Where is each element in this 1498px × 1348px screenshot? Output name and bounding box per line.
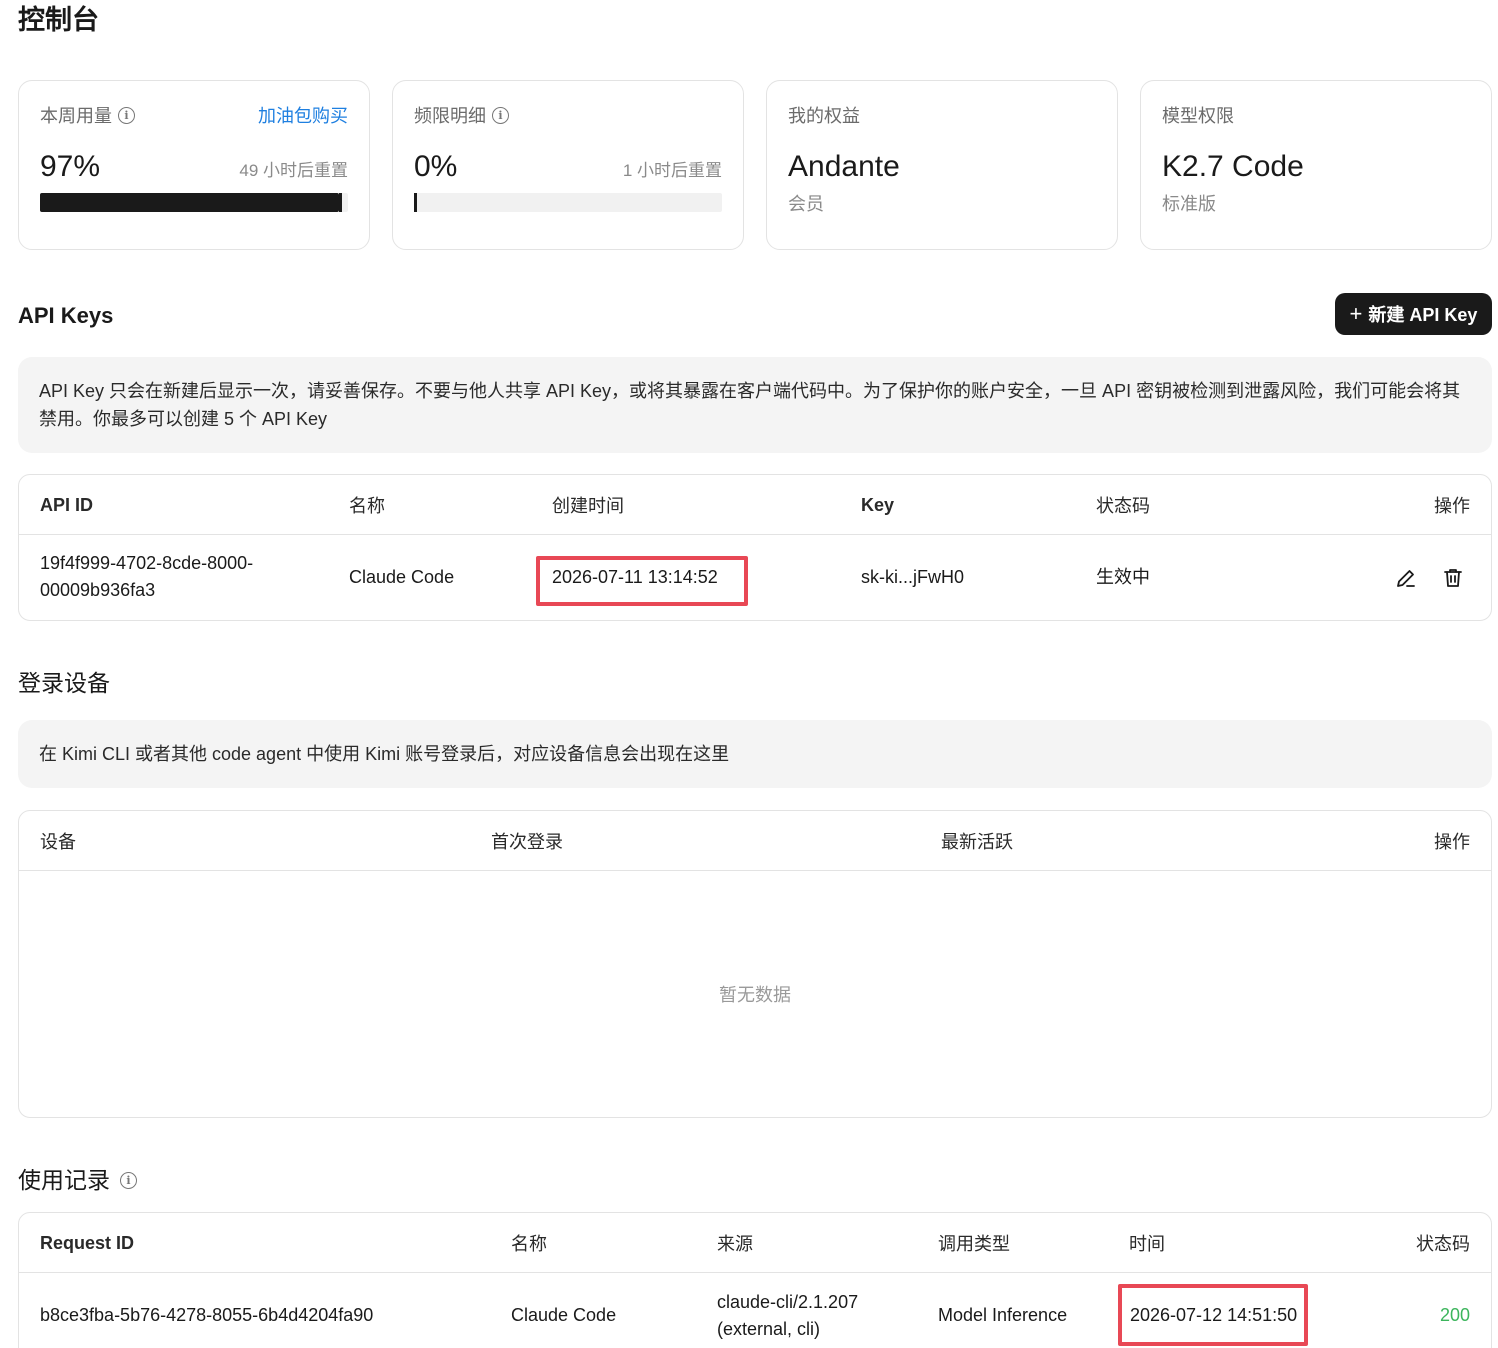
rate-limit-label: 频限明细 xyxy=(414,106,486,126)
call-type-cell: Model Inference xyxy=(938,1305,1068,1325)
membership-label: 我的权益 xyxy=(788,106,860,126)
highlight-box-usage-time xyxy=(1118,1284,1308,1346)
table-header: API ID 名称 创建时间 Key 状态码 操作 xyxy=(19,475,1491,535)
api-keys-table: API ID 名称 创建时间 Key 状态码 操作 19f4f999-4702-… xyxy=(18,474,1492,621)
api-keys-title: API Keys xyxy=(18,303,114,328)
delete-icon[interactable] xyxy=(1441,566,1465,590)
membership-sub: 会员 xyxy=(788,194,824,214)
model-access-sub: 标准版 xyxy=(1162,194,1216,214)
stat-cards: 本周用量 i 加油包购买 97% 49 小时后重置 频限明细 i 0% 1 小时… xyxy=(18,80,1492,250)
devices-notice: 在 Kimi CLI 或者其他 code agent 中使用 Kimi 账号登录… xyxy=(18,720,1492,788)
weekly-usage-card: 本周用量 i 加油包购买 97% 49 小时后重置 xyxy=(18,80,370,250)
info-icon[interactable]: i xyxy=(120,1171,137,1189)
rate-limit-card: 频限明细 i 0% 1 小时后重置 xyxy=(392,80,744,250)
new-api-key-button[interactable]: + 新建 API Key xyxy=(1335,293,1492,335)
weekly-usage-label: 本周用量 xyxy=(40,106,112,126)
rate-limit-value: 0% xyxy=(414,150,458,183)
highlight-box-created-time xyxy=(536,556,748,606)
info-icon[interactable]: i xyxy=(118,106,135,124)
devices-table: 设备 首次登录 最新活跃 操作 暂无数据 xyxy=(18,810,1492,1118)
request-id-cell: b8ce3fba-5b76-4278-8055-6b4d4204fa90 xyxy=(40,1305,374,1325)
membership-value: Andante xyxy=(788,150,900,183)
model-access-card: 模型权限 K2.7 Code 标准版 xyxy=(1140,80,1492,250)
table-header: Request ID 名称 来源 调用类型 时间 状态码 xyxy=(19,1213,1491,1273)
devices-title: 登录设备 xyxy=(18,670,110,696)
table-row: 19f4f999-4702-8cde-8000- 00009b936fa3 Cl… xyxy=(19,535,1491,620)
status-code-cell: 200 xyxy=(1439,1305,1470,1325)
usage-title-wrap: 使用记录 i xyxy=(18,1164,137,1196)
rate-limit-progress xyxy=(414,193,722,212)
api-status-cell: 生效中 xyxy=(1096,567,1150,587)
table-header: 设备 首次登录 最新活跃 操作 xyxy=(19,811,1491,871)
rate-limit-reset: 1 小时后重置 xyxy=(622,161,722,180)
weekly-usage-value: 97% xyxy=(40,150,101,183)
buy-boost-pack-link[interactable]: 加油包购买 xyxy=(258,102,348,128)
weekly-usage-reset: 49 小时后重置 xyxy=(239,161,348,180)
info-icon[interactable]: i xyxy=(492,106,509,124)
api-keys-notice: API Key 只会在新建后显示一次，请妥善保存。不要与他人共享 API Key… xyxy=(18,357,1492,453)
edit-icon[interactable] xyxy=(1394,566,1418,590)
plus-icon: + xyxy=(1349,301,1363,326)
api-id-cell: 19f4f999-4702-8cde-8000- 00009b936fa3 xyxy=(40,553,254,600)
membership-card: 我的权益 Andante 会员 xyxy=(766,80,1118,250)
usage-name-cell: Claude Code xyxy=(511,1305,617,1325)
empty-state: 暂无数据 xyxy=(719,985,791,1005)
page-title: 控制台 xyxy=(18,5,99,35)
weekly-usage-progress xyxy=(40,193,348,212)
api-key-cell: sk-ki...jFwH0 xyxy=(861,567,964,587)
model-access-label: 模型权限 xyxy=(1162,106,1234,126)
api-name-cell: Claude Code xyxy=(349,567,455,587)
source-cell: claude-cli/2.1.207 (external, cli) xyxy=(717,1292,859,1339)
model-access-value: K2.7 Code xyxy=(1162,150,1304,183)
usage-title: 使用记录 xyxy=(18,1167,110,1193)
